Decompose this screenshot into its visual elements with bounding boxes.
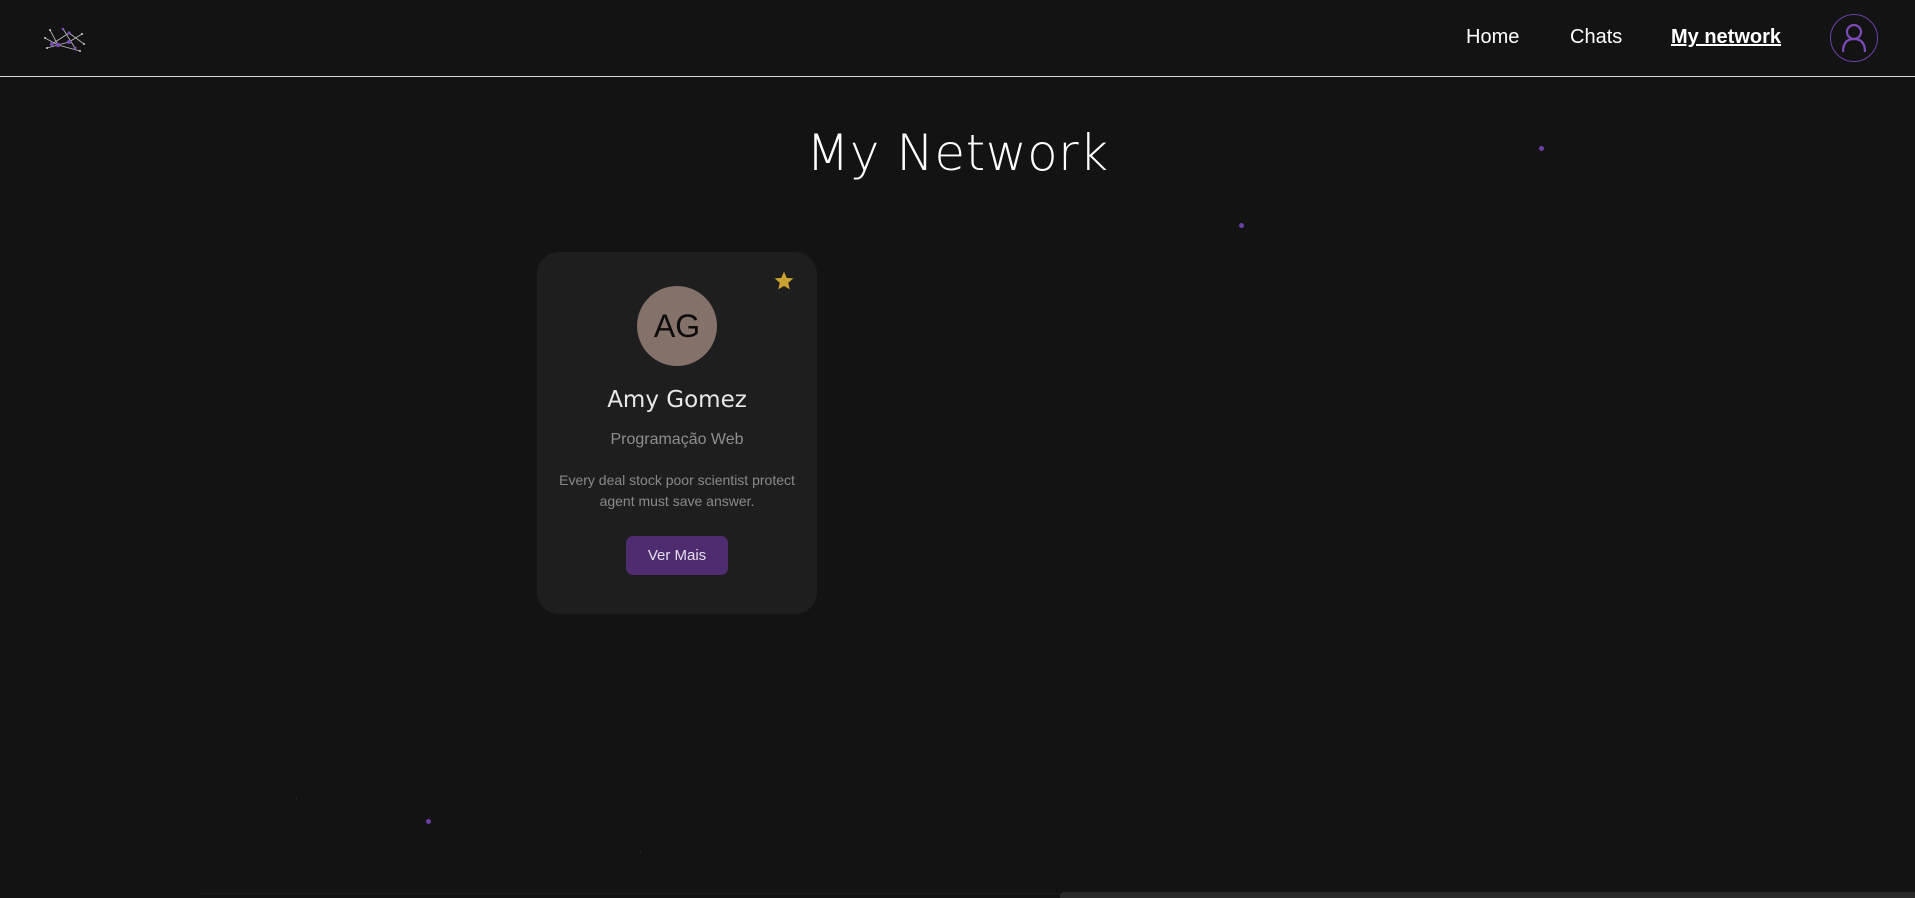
particle-speck (640, 852, 641, 853)
page-title: My Network (806, 124, 1109, 182)
star-icon[interactable] (773, 270, 795, 292)
contact-description: Every deal stock poor scientist protect … (559, 472, 795, 509)
particle-dot (426, 819, 431, 824)
contact-card: AG Amy Gomez Programação Web Every deal … (537, 252, 817, 614)
nav-link-my-network[interactable]: My network (1671, 26, 1781, 49)
particle-speck (296, 798, 297, 799)
horizontal-scrollbar[interactable] (1060, 892, 1915, 898)
network-logo-icon[interactable] (42, 24, 88, 54)
ver-mais-button[interactable]: Ver Mais (626, 536, 728, 575)
particle-dot (1239, 223, 1244, 228)
top-navbar: Home Chats My network (0, 0, 1915, 77)
particle-dot (1539, 146, 1544, 151)
contact-role: Programação Web (610, 431, 744, 448)
avatar: AG (637, 286, 717, 366)
nav-link-home[interactable]: Home (1466, 26, 1519, 49)
user-icon (1841, 23, 1867, 53)
profile-button[interactable] (1830, 14, 1878, 62)
bottom-divider (200, 893, 1060, 894)
contact-name: Amy Gomez (607, 387, 747, 413)
nav-link-chats[interactable]: Chats (1570, 26, 1622, 49)
